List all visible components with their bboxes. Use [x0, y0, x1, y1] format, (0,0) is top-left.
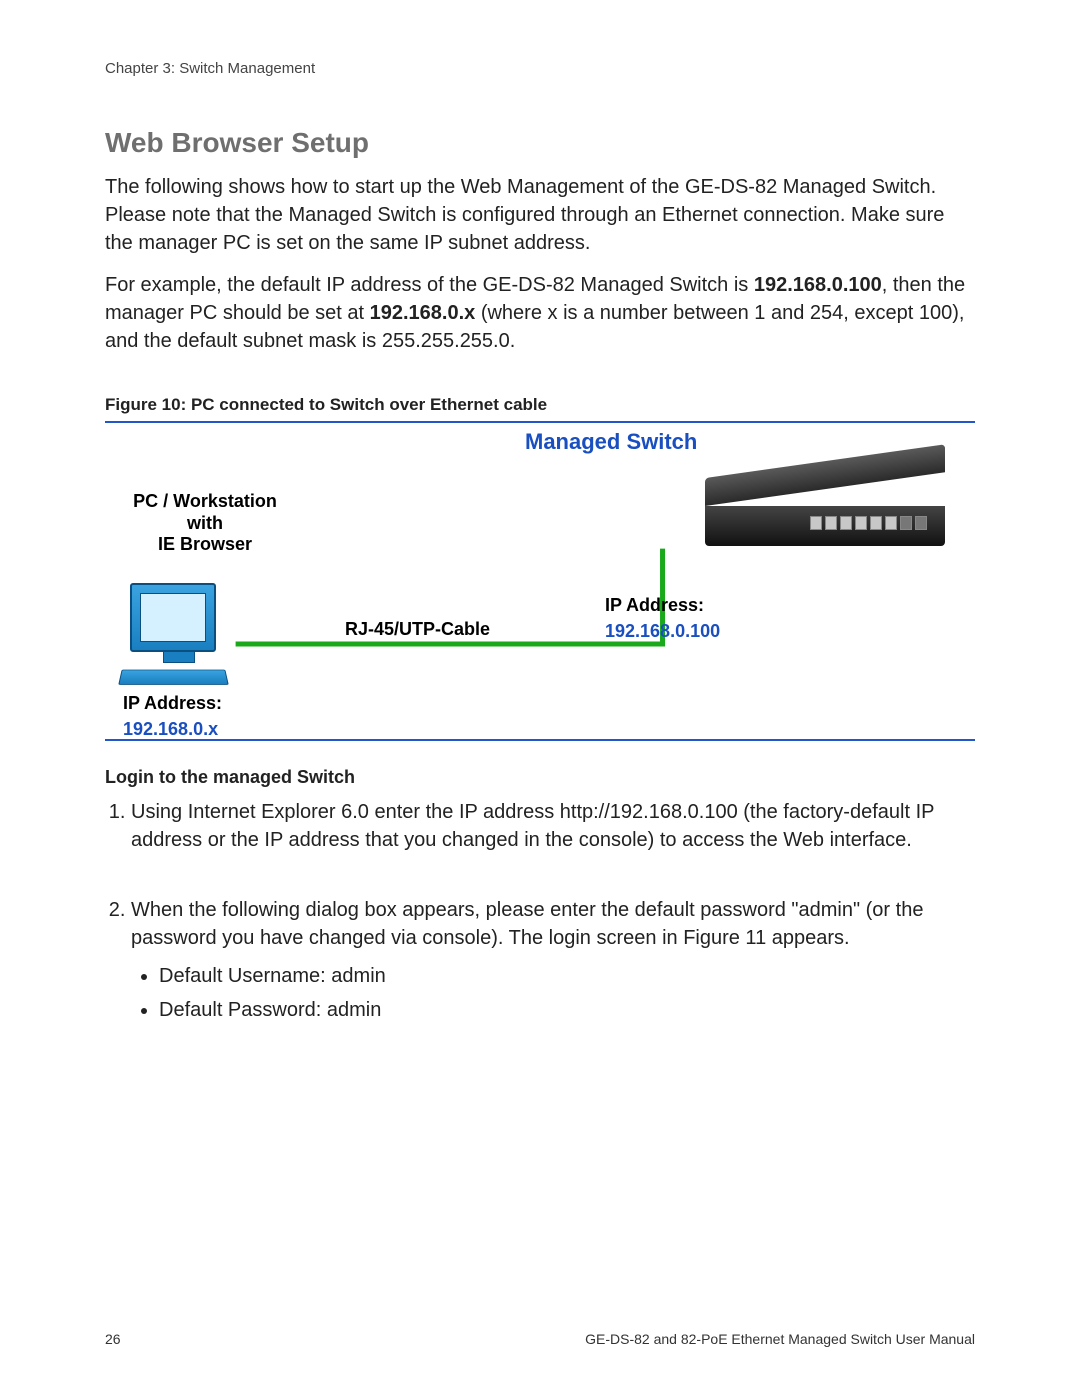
step2-credentials: Default Username: admin Default Password… — [131, 962, 975, 1024]
pc-ip-label: IP Address: — [123, 693, 222, 715]
p2-ip-1: 192.168.0.100 — [754, 274, 882, 296]
step1-text-a: Using Internet Explorer 6.0 enter the IP… — [131, 801, 560, 823]
step2-text: When the following dialog box appears, p… — [131, 899, 923, 949]
page: Chapter 3: Switch Management Web Browser… — [0, 0, 1080, 1397]
p2-text-a: For example, the default IP address of t… — [105, 274, 754, 296]
figure-caption: Figure 10: PC connected to Switch over E… — [105, 395, 975, 415]
paragraph-1: The following shows how to start up the … — [105, 173, 975, 257]
switch-icon — [705, 478, 945, 546]
switch-ip-value: 192.168.0.100 — [605, 621, 720, 643]
section-title: Web Browser Setup — [105, 127, 975, 159]
chapter-header: Chapter 3: Switch Management — [105, 60, 975, 77]
switch-ip-label: IP Address: — [605, 595, 704, 617]
p2-ip-2: 192.168.0.x — [370, 302, 476, 324]
default-username: Default Username: admin — [159, 962, 975, 990]
password-value: admin — [327, 999, 381, 1021]
login-steps: Using Internet Explorer 6.0 enter the IP… — [105, 798, 975, 1024]
managed-switch-label: Managed Switch — [525, 429, 697, 455]
pc-workstation-label: PC / Workstation with IE Browser — [115, 491, 295, 556]
password-label: Default Password: — [159, 999, 327, 1021]
username-label: Default Username: — [159, 965, 331, 987]
pc-ip-value: 192.168.0.x — [123, 719, 218, 741]
page-number: 26 — [105, 1331, 121, 1347]
figure-10: Managed Switch PC / Workstation with IE … — [105, 421, 975, 741]
step-1: Using Internet Explorer 6.0 enter the IP… — [131, 798, 975, 854]
step1-url: http://192.168.0.100 — [560, 801, 738, 823]
pc-icon — [130, 583, 227, 687]
step-2: When the following dialog box appears, p… — [131, 896, 975, 1024]
paragraph-2: For example, the default IP address of t… — [105, 271, 975, 355]
footer-manual-title: GE-DS-82 and 82-PoE Ethernet Managed Swi… — [585, 1331, 975, 1347]
default-password: Default Password: admin — [159, 996, 975, 1024]
cable-label: RJ-45/UTP-Cable — [345, 619, 490, 641]
switch-ports-icon — [810, 516, 927, 530]
page-footer: 26 GE-DS-82 and 82-PoE Ethernet Managed … — [105, 1331, 975, 1347]
login-heading: Login to the managed Switch — [105, 767, 975, 788]
username-value: admin — [331, 965, 385, 987]
